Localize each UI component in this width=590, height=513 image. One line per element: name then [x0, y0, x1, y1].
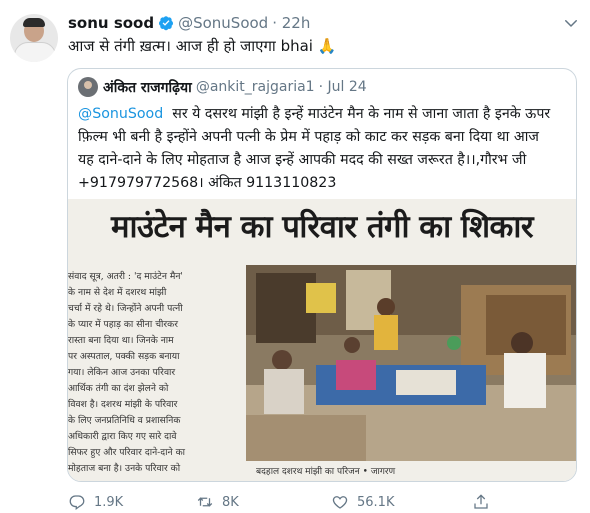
- heart-icon: [332, 496, 348, 509]
- reply-button[interactable]: 1.9K: [68, 492, 123, 512]
- clipping-article: संवाद सूत्र, अतरी : 'द माउंटेन मैन' के न…: [68, 269, 246, 477]
- quoted-text-line: +917979772568। अंकित 9113110823: [78, 175, 337, 191]
- reply-count: 1.9K: [94, 494, 124, 510]
- article-line: मोहताज बना है। उनके परिवार को: [68, 463, 181, 474]
- article-line: अधिकारी द्वारा किए गए सारे दावे: [68, 431, 177, 442]
- reply-icon: [69, 495, 85, 511]
- tweet-time[interactable]: · 22h: [272, 14, 310, 32]
- quoted-text-line: @SonuSood सर ये दसरथ मांझी है इन्हें माउ…: [78, 103, 568, 126]
- quoted-text-segment: सर ये दसरथ मांझी है इन्हें माउंटेन मैन क…: [172, 106, 551, 122]
- tweet-actions: 1.9K 8K 56.1K: [68, 492, 568, 512]
- article-line: सिफर हुए और परिवार दाने-दाने का: [68, 447, 186, 458]
- quoted-text-line: यह दाने-दाने के लिए मोहताज है आज इन्हें …: [78, 152, 527, 168]
- article-line: गया। लेकिन आज उनका परिवार: [68, 367, 176, 378]
- retweet-button[interactable]: 8K: [196, 492, 239, 512]
- article-line: संवाद सूत्र, अतरी : 'द माउंटेन मैन': [68, 271, 183, 282]
- avatar-hair: [23, 18, 45, 27]
- article-line: के नाम से देश में दशरथ मांझी: [68, 287, 167, 298]
- avatar[interactable]: [10, 14, 58, 62]
- verified-badge-icon: [159, 16, 174, 31]
- share-icon: [474, 494, 488, 509]
- share-button[interactable]: [472, 492, 498, 512]
- quoted-tweet[interactable]: अंकित राजगढ़िया @ankit_rajgaria1 · Jul 2…: [67, 68, 577, 482]
- quoted-tweet-text: @SonuSood सर ये दसरथ मांझी है इन्हें माउ…: [78, 103, 568, 195]
- article-line: पर अस्पताल, पक्की सड़क बनाया: [68, 351, 180, 362]
- like-button[interactable]: 56.1K: [331, 492, 394, 512]
- author-name[interactable]: sonu sood: [68, 14, 154, 32]
- clipping-headline: माउंटेन मैन का परिवार तंगी का शिकार: [110, 209, 534, 245]
- newspaper-clipping-image[interactable]: माउंटेन मैन का परिवार तंगी का शिकार संवा…: [68, 199, 576, 481]
- article-line: के प्यार में पहाड़ का सीना चीरकर: [68, 319, 178, 330]
- avatar-body: [14, 42, 56, 62]
- retweet-icon: [197, 497, 213, 507]
- mention-link[interactable]: @SonuSood: [78, 106, 163, 122]
- tweet-header: sonu sood @SonuSood · 22h: [68, 12, 310, 34]
- article-line: विवश है। दशरथ मांझी के परिवार: [68, 399, 178, 410]
- article-line: के लिए जनप्रतिनिधि व प्रशासनिक: [68, 415, 181, 426]
- like-count: 56.1K: [357, 494, 395, 510]
- author-handle[interactable]: @SonuSood: [178, 14, 268, 32]
- quoted-author-name[interactable]: अंकित राजगढ़िया: [103, 78, 192, 97]
- quoted-avatar[interactable]: [78, 77, 98, 97]
- retweet-count: 8K: [222, 494, 239, 510]
- quoted-tweet-time: · Jul 24: [318, 79, 367, 95]
- article-line: चर्चा में रहे थे। जिन्होंने अपनी पत्नी: [68, 303, 183, 314]
- tweet[interactable]: sonu sood @SonuSood · 22h आज से तंगी ख़त…: [0, 0, 590, 513]
- quoted-tweet-header: अंकित राजगढ़िया @ankit_rajgaria1 · Jul 2…: [78, 77, 367, 97]
- photo-caption: बदहाल दशरथ मांझी का परिजन • जागरण: [256, 467, 396, 477]
- family-photo: [246, 265, 576, 461]
- chevron-down-icon[interactable]: [562, 14, 580, 32]
- tweet-text: आज से तंगी ख़त्म। आज ही हो जाएगा bhai 🙏: [68, 37, 337, 55]
- quoted-text-line: फ़िल्म भी बनी है इन्होंने अपनी पत्नी के …: [78, 129, 539, 145]
- article-line: आर्थिक तंगी का दंश झेलने को: [68, 383, 169, 394]
- article-line: रास्ता बना दिया था। जिनके नाम: [68, 335, 174, 346]
- quoted-author-handle[interactable]: @ankit_rajgaria1: [196, 79, 315, 95]
